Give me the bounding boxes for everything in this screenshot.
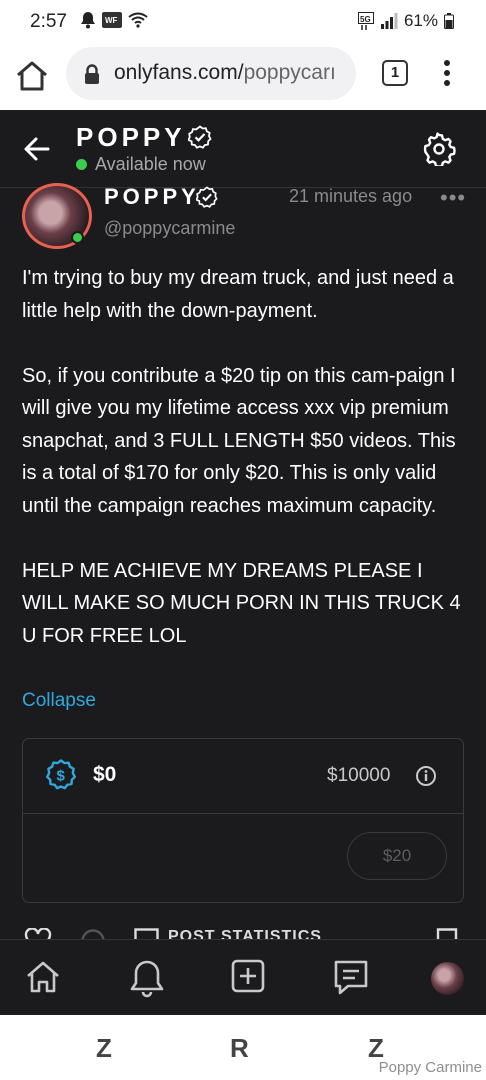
bottom-navigation: [0, 939, 486, 1015]
post-body: I'm trying to buy my dream truck, and ju…: [22, 262, 472, 652]
gear-icon[interactable]: [422, 132, 456, 166]
battery-level: 61%: [403, 11, 438, 30]
browser-toolbar: onlyfans.com/poppycarı 1: [0, 44, 486, 110]
messages-icon[interactable]: [333, 958, 369, 996]
profile-avatar[interactable]: [431, 962, 464, 995]
home-system-button[interactable]: R: [230, 1033, 249, 1064]
back-arrow-icon[interactable]: [22, 134, 52, 164]
tip-campaign-box: $ $0 $10000 $20: [22, 738, 464, 903]
chat-header: POPPY Available now: [0, 110, 486, 188]
online-dot: [76, 159, 87, 170]
tip-divider: [23, 813, 463, 814]
info-icon[interactable]: [415, 765, 437, 787]
dollar-badge-icon: $: [46, 759, 76, 790]
wifi-icon: [128, 12, 148, 28]
post-paragraph: I'm trying to buy my dream truck, and ju…: [22, 267, 454, 322]
home-icon[interactable]: [24, 958, 62, 996]
add-post-icon[interactable]: [230, 958, 266, 994]
statistics-icon: [134, 928, 159, 939]
post-more-button[interactable]: •••: [440, 185, 466, 211]
svg-text:5G: 5G: [360, 15, 371, 24]
author-online-dot: [71, 231, 84, 244]
home-icon[interactable]: [14, 58, 50, 94]
alarm-icon: [81, 12, 95, 29]
address-bar[interactable]: onlyfans.com/poppycarı: [66, 47, 356, 100]
lock-icon: [85, 64, 99, 84]
post-statistics-link[interactable]: POST STATISTICS: [168, 928, 322, 939]
url-path: poppycarı: [243, 61, 336, 84]
tab-switcher-button[interactable]: 1: [382, 60, 408, 86]
wf-app-icon: WF: [102, 12, 122, 28]
post-paragraph: So, if you contribute a $20 tip on this …: [22, 364, 456, 517]
post-timestamp: 21 minutes ago: [289, 186, 413, 206]
like-heart-icon[interactable]: [24, 928, 52, 939]
tip-goal-amount: $10000: [327, 765, 391, 786]
tip-amount-button[interactable]: $20: [347, 832, 447, 880]
post-author-handle[interactable]: @poppycarmine: [104, 218, 235, 239]
bookmark-icon[interactable]: [436, 928, 458, 939]
recent-apps-button[interactable]: Z: [96, 1033, 112, 1064]
presence-text: Available now: [95, 154, 206, 174]
comment-icon[interactable]: [80, 928, 106, 939]
battery-icon: [444, 13, 454, 29]
watermark-text: Poppy Carmine: [378, 1059, 482, 1076]
post-actions: POST STATISTICS: [0, 926, 486, 939]
svg-text:WF: WF: [105, 16, 118, 25]
collapse-link[interactable]: Collapse: [22, 690, 96, 712]
tip-current-amount: $0: [93, 763, 117, 786]
5g-icon: 5G: [357, 12, 374, 30]
url-text: onlyfans.com/poppycarı: [114, 61, 336, 85]
post-author-name[interactable]: POPPY: [104, 184, 200, 210]
presence-status: Available now: [76, 154, 206, 175]
verified-badge-icon: [196, 186, 218, 208]
url-domain: onlyfans.com/: [114, 61, 244, 84]
more-vert-icon[interactable]: [440, 58, 454, 88]
post-paragraph: HELP ME ACHIEVE MY DREAMS PLEASE I WILL …: [22, 559, 461, 647]
svg-text:$: $: [57, 768, 66, 785]
status-bar: 2:57 WF 5G 61%: [0, 0, 486, 44]
chat-title: POPPY: [76, 122, 186, 152]
verified-badge-icon: [188, 125, 212, 149]
notifications-icon[interactable]: [128, 958, 166, 998]
status-time: 2:57: [30, 11, 67, 32]
signal-icon: [380, 13, 398, 29]
